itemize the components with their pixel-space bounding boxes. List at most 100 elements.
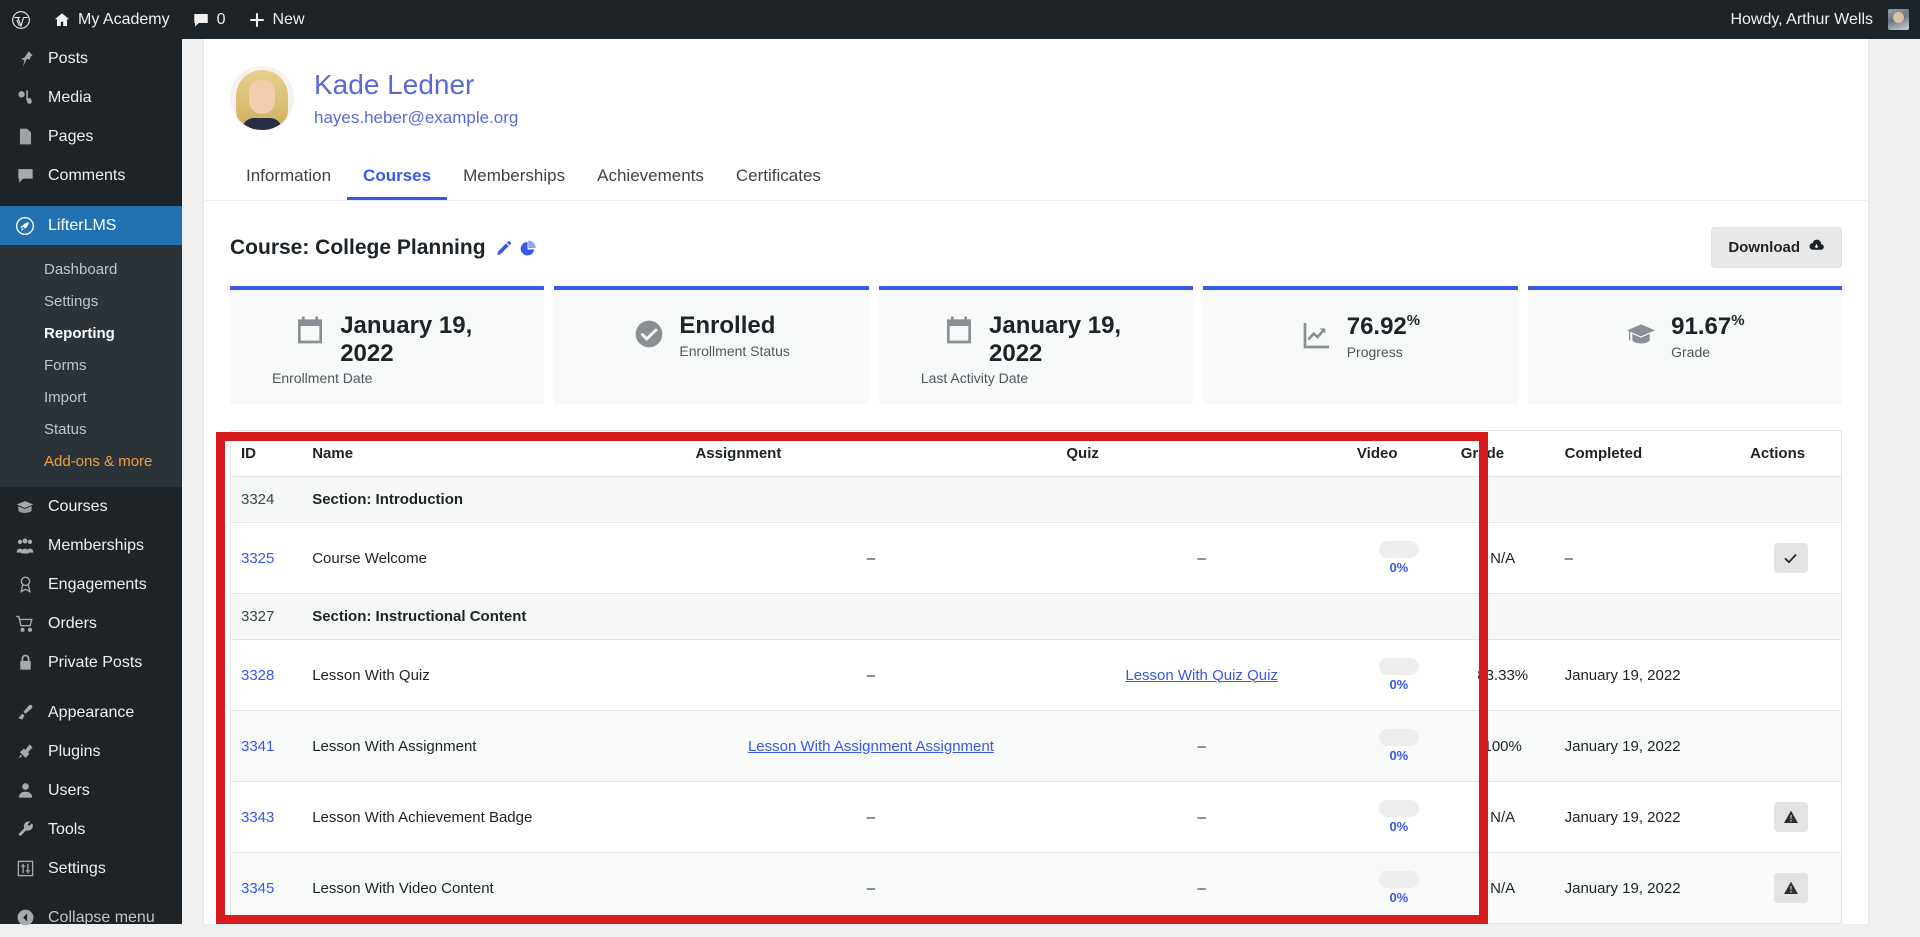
row-grade: N/A (1450, 781, 1555, 853)
column-header-completed[interactable]: Completed (1554, 430, 1741, 477)
sidebar-item-engagements[interactable]: Engagements (0, 565, 182, 604)
sidebar-item-tools[interactable]: Tools (0, 810, 182, 849)
sidebar-item-courses[interactable]: Courses (0, 487, 182, 526)
collapse-menu-button[interactable]: Collapse menu (0, 898, 182, 937)
sidebar-item-label: Tools (48, 820, 86, 838)
column-header-assignment[interactable]: Assignment (685, 430, 1057, 477)
groups-icon (13, 534, 37, 558)
cart-icon (13, 612, 37, 636)
mark-incomplete-button[interactable] (1773, 873, 1808, 903)
submenu-item-import[interactable]: Import (0, 382, 182, 414)
tab-memberships[interactable]: Memberships (447, 156, 581, 200)
sidebar-item-plugins[interactable]: Plugins (0, 732, 182, 771)
row-id-link[interactable]: 3341 (241, 738, 274, 755)
column-header-name[interactable]: Name (302, 430, 686, 477)
warning-icon (1783, 809, 1799, 825)
row-actions (1740, 522, 1842, 594)
stat-card-grade: 91.67% Grade (1527, 286, 1843, 404)
pie-chart-icon[interactable] (520, 239, 538, 257)
assignment-link[interactable]: Lesson With Assignment Assignment (748, 738, 994, 755)
sidebar-item-comments[interactable]: Comments (0, 156, 182, 195)
sidebar-item-private-posts[interactable]: Private Posts (0, 643, 182, 682)
student-name[interactable]: Kade Ledner (314, 68, 518, 102)
table-row: 3343 Lesson With Achievement Badge – – 0… (230, 781, 1842, 853)
row-assignment: – (685, 639, 1057, 711)
row-id: 3341 (230, 710, 303, 782)
student-header: Kade Ledner hayes.heber@example.org (204, 39, 1868, 130)
tab-certificates[interactable]: Certificates (720, 156, 837, 200)
student-email[interactable]: hayes.heber@example.org (314, 108, 518, 128)
comments-menu[interactable]: 0 (181, 0, 237, 39)
submenu-item-dashboard[interactable]: Dashboard (0, 254, 182, 286)
section-name: Section: Introduction (302, 476, 1842, 523)
new-label: New (272, 11, 305, 28)
sidebar-item-users[interactable]: Users (0, 771, 182, 810)
submenu-item-status[interactable]: Status (0, 414, 182, 446)
column-header-id[interactable]: ID (230, 430, 303, 477)
trend-up-icon (1301, 319, 1335, 353)
row-id-link[interactable]: 3325 (241, 550, 274, 567)
quiz-link[interactable]: Lesson With Quiz Quiz (1125, 667, 1278, 684)
row-video: 0% (1346, 639, 1451, 711)
table-row: 3324 Section: Introduction (230, 476, 1842, 523)
column-header-video[interactable]: Video (1346, 430, 1451, 477)
row-completed: January 19, 2022 (1554, 710, 1741, 782)
sidebar-item-media[interactable]: Media (0, 78, 182, 117)
sidebar-item-memberships[interactable]: Memberships (0, 526, 182, 565)
tab-achievements[interactable]: Achievements (581, 156, 720, 200)
my-account-menu[interactable]: Howdy, Arthur Wells (1719, 0, 1920, 39)
row-id: 3325 (230, 522, 303, 594)
column-header-grade[interactable]: Grade (1450, 430, 1555, 477)
row-id: 3324 (230, 476, 303, 523)
sidebar-item-lifterlms[interactable]: LifterLMS (0, 206, 190, 245)
new-content-menu[interactable]: New (237, 0, 316, 39)
column-header-actions: Actions (1740, 430, 1842, 477)
menu-separator (0, 195, 182, 206)
admin-sidebar-menu: Posts Media Pages Comments LifterLMS Das… (0, 39, 190, 926)
submenu-item-reporting[interactable]: Reporting (0, 318, 182, 350)
sidebar-item-posts[interactable]: Posts (0, 39, 182, 78)
row-name: Lesson With Quiz (302, 639, 686, 711)
pencil-icon[interactable] (495, 239, 513, 257)
site-name-label: My Academy (78, 11, 170, 28)
row-actions (1740, 710, 1842, 782)
sidebar-item-appearance[interactable]: Appearance (0, 693, 182, 732)
row-id-link[interactable]: 3343 (241, 809, 274, 826)
submenu-item-settings[interactable]: Settings (0, 286, 182, 318)
sidebar-item-label: Memberships (48, 536, 145, 554)
row-video: 0% (1346, 710, 1451, 782)
column-header-quiz[interactable]: Quiz (1056, 430, 1347, 477)
row-quiz: – (1056, 522, 1347, 594)
sidebar-item-pages[interactable]: Pages (0, 117, 182, 156)
row-id-link[interactable]: 3345 (241, 880, 274, 897)
sidebar-item-settings[interactable]: Settings (0, 849, 182, 888)
submenu-item-addons[interactable]: Add-ons & more (0, 446, 182, 478)
table-header-row: ID Name Assignment Quiz Video Grade Comp… (230, 430, 1842, 477)
media-icon (13, 86, 37, 110)
row-grade: N/A (1450, 852, 1555, 924)
student-tabs: Information Courses Memberships Achievem… (204, 156, 1868, 201)
site-name-menu[interactable]: My Academy (42, 0, 181, 39)
mark-complete-button[interactable] (1773, 543, 1808, 573)
wordpress-logo-button[interactable] (0, 0, 42, 39)
row-video: 0% (1346, 522, 1451, 594)
wp-admin-bar: My Academy 0 New Howdy, Arthur Wells (0, 0, 1920, 39)
row-id: 3328 (230, 639, 303, 711)
row-video: 0% (1346, 781, 1451, 853)
submenu-item-forms[interactable]: Forms (0, 350, 182, 382)
download-button[interactable]: Download (1711, 227, 1842, 268)
home-icon (53, 11, 71, 29)
row-completed: – (1554, 522, 1741, 594)
table-row: 3325 Course Welcome – – 0% N/A – (230, 522, 1842, 594)
collapse-arrow-icon (13, 906, 37, 930)
sidebar-item-orders[interactable]: Orders (0, 604, 182, 643)
course-content-table-wrap: ID Name Assignment Quiz Video Grade Comp… (204, 404, 1868, 924)
stat-value: 76.92% (1346, 312, 1421, 340)
tab-information[interactable]: Information (230, 156, 347, 200)
row-completed: January 19, 2022 (1554, 852, 1741, 924)
row-id-link[interactable]: 3328 (241, 667, 274, 684)
section-name: Section: Instructional Content (302, 593, 1842, 640)
mark-incomplete-button[interactable] (1773, 802, 1808, 832)
sidebar-item-label: Media (48, 88, 92, 106)
tab-courses[interactable]: Courses (347, 156, 448, 200)
